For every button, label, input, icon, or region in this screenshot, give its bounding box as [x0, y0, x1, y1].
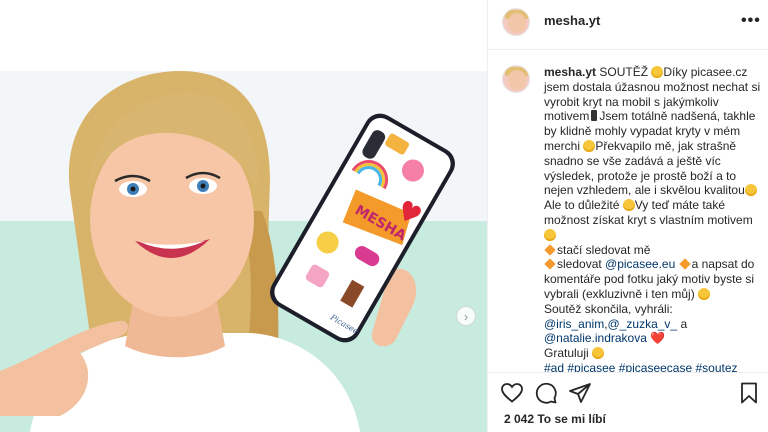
caption-text-fragment: SOUTĚŽ — [599, 65, 652, 79]
emoji-hearts-face-icon — [698, 287, 711, 300]
chevron-right-icon: › — [463, 308, 469, 324]
post-header: mesha.yt ••• — [488, 0, 768, 50]
caption-paragraph-comment: sledovat @picasee.eu a napsat do komentá… — [544, 257, 762, 301]
phone-emoji-icon — [591, 110, 598, 122]
caption-text: mesha.yt SOUTĚŽ Díky picasee.cz jsem dos… — [544, 65, 762, 372]
smiley-emoji-icon — [622, 199, 635, 212]
smiley-emoji-icon — [744, 184, 757, 197]
hashtag-ad[interactable]: #ad — [544, 361, 564, 372]
hashtag-soutez[interactable]: #soutez — [696, 361, 738, 372]
caption-follow-text: stačí sledovat mě — [557, 242, 651, 257]
heart-icon[interactable] — [500, 381, 524, 405]
comment-icon[interactable] — [534, 381, 558, 405]
caption-paragraph-main: mesha.yt SOUTĚŽ Díky picasee.cz jsem dos… — [544, 65, 762, 243]
smiley-emoji-icon — [544, 228, 556, 241]
hashtag-picasee[interactable]: #picasee — [567, 361, 615, 372]
smiley-emoji-icon — [651, 66, 664, 78]
orange-diamond-icon — [544, 243, 556, 256]
likes-count[interactable]: 2 042 To se mi líbí — [504, 412, 606, 426]
caption-text-fragment: Gratuluji — [544, 346, 593, 361]
mention-picasee[interactable]: @picasee.eu — [605, 257, 675, 271]
bookmark-icon[interactable] — [737, 381, 761, 405]
caption-paragraph-follow: stačí sledovat mě — [544, 243, 762, 258]
header-username[interactable]: mesha.yt — [544, 13, 600, 28]
avatar[interactable] — [502, 8, 530, 36]
paper-plane-icon[interactable] — [568, 381, 592, 405]
post-photo: MESHA Picasee › — [0, 71, 487, 432]
caption-text-fragment: a — [677, 316, 688, 331]
caption-paragraph-winners: Soutěž skončila, vyhráli: @iris_anim,@_z… — [544, 302, 762, 346]
caption-username[interactable]: mesha.yt — [544, 65, 596, 79]
mention-natalie[interactable]: @natalie.indrakova — [544, 331, 647, 345]
caption-paragraph-congrats: Gratuluji — [544, 346, 762, 361]
next-photo-button[interactable]: › — [456, 306, 476, 326]
caption-hashtags: #ad #picasee #picaseecase #soutez — [544, 361, 762, 372]
smiley-emoji-icon — [583, 139, 596, 152]
orange-diamond-icon — [544, 258, 556, 271]
caption-text-fragment: sledovat — [557, 257, 606, 272]
mention-zuzka[interactable]: @_zuzka_v_ — [608, 317, 678, 331]
post-sidebar: mesha.yt ••• mesha.yt SOUTĚŽ Díky picase… — [487, 0, 768, 432]
emoji-heart-eyes-icon — [592, 347, 605, 360]
photo-illustration: MESHA Picasee — [0, 71, 487, 432]
heart-emoji-icon: ❤️ — [650, 331, 666, 346]
caption-text-fragment: Soutěž skončila, vyhráli: — [544, 301, 673, 316]
more-horizontal-icon[interactable]: ••• — [741, 12, 761, 30]
caption-main-text: SOUTĚŽ Díky picasee.cz jsem dostala úžas… — [544, 65, 760, 242]
caption-avatar[interactable] — [502, 65, 530, 93]
caption-area: mesha.yt SOUTĚŽ Díky picasee.cz jsem dos… — [488, 50, 768, 372]
caption-text-fragment: Ale to důležité — [544, 198, 623, 213]
orange-diamond-icon — [678, 258, 691, 271]
action-bar: 2 042 To se mi líbí — [488, 372, 768, 432]
post-media: MESHA Picasee › — [0, 0, 487, 432]
hashtag-picaseecase[interactable]: #picaseecase — [619, 361, 692, 372]
mention-iris-anim[interactable]: @iris_anim — [544, 317, 604, 331]
